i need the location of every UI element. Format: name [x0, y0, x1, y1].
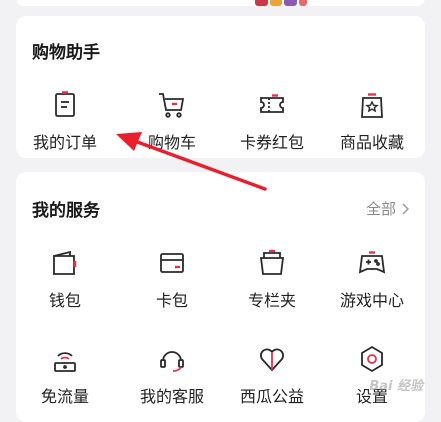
- favorite-bag-icon: [355, 88, 389, 122]
- customer-service-icon: [155, 342, 189, 376]
- customer-service-label: 我的客服: [139, 387, 204, 406]
- my-services-card: 我的服务 全部 钱包 卡包 专栏夹 游戏中心 免流量 我的客服 西瓜公益 设置: [16, 172, 425, 422]
- partial-thumbnail-image: [255, 0, 308, 6]
- shopping-helper-title: 购物助手: [32, 43, 100, 63]
- view-all-services-link[interactable]: 全部: [366, 198, 409, 219]
- top-card-partial: [16, 0, 425, 6]
- xigua-charity-label: 西瓜公益: [239, 387, 304, 406]
- product-favorites-label: 商品收藏: [339, 133, 404, 152]
- my-orders-button[interactable]: 我的订单: [15, 88, 115, 153]
- wallet-button[interactable]: 钱包: [15, 246, 115, 311]
- coupons-red-packets-button[interactable]: 卡券红包: [222, 88, 322, 153]
- customer-service-button[interactable]: 我的客服: [122, 342, 222, 407]
- game-center-label: 游戏中心: [339, 291, 404, 310]
- free-data-icon: [48, 342, 82, 376]
- gamepad-icon: [355, 246, 389, 280]
- order-list-icon: [48, 88, 82, 122]
- coupons-label: 卡券红包: [239, 133, 304, 152]
- my-orders-label: 我的订单: [32, 133, 97, 152]
- settings-gear-icon: [355, 342, 389, 376]
- product-favorites-button[interactable]: 商品收藏: [322, 88, 422, 153]
- game-center-button[interactable]: 游戏中心: [322, 246, 422, 311]
- card-holder-button[interactable]: 卡包: [122, 246, 222, 311]
- shopping-cart-button[interactable]: 购物车: [122, 88, 222, 153]
- column-folder-label: 专栏夹: [247, 291, 296, 310]
- card-holder-label: 卡包: [155, 291, 188, 310]
- column-folder-button[interactable]: 专栏夹: [222, 246, 322, 311]
- charity-heart-icon: [255, 342, 289, 376]
- xigua-charity-button[interactable]: 西瓜公益: [222, 342, 322, 407]
- wallet-label: 钱包: [48, 291, 81, 310]
- chevron-right-icon: [402, 202, 409, 215]
- free-data-label: 免流量: [40, 387, 89, 406]
- shopping-cart-icon: [155, 88, 189, 122]
- column-folder-icon: [255, 246, 289, 280]
- wallet-icon: [48, 246, 82, 280]
- my-services-title: 我的服务: [32, 201, 100, 221]
- coupon-ticket-icon: [255, 88, 289, 122]
- shopping-helper-card: 购物助手 我的订单 购物车 卡券红包 商品收藏: [16, 16, 425, 158]
- shopping-cart-label: 购物车: [147, 133, 196, 152]
- card-holder-icon: [155, 246, 189, 280]
- baidu-jingyan-watermark: Bai 经验: [369, 379, 423, 394]
- view-all-label: 全部: [365, 200, 396, 218]
- free-data-button[interactable]: 免流量: [15, 342, 115, 407]
